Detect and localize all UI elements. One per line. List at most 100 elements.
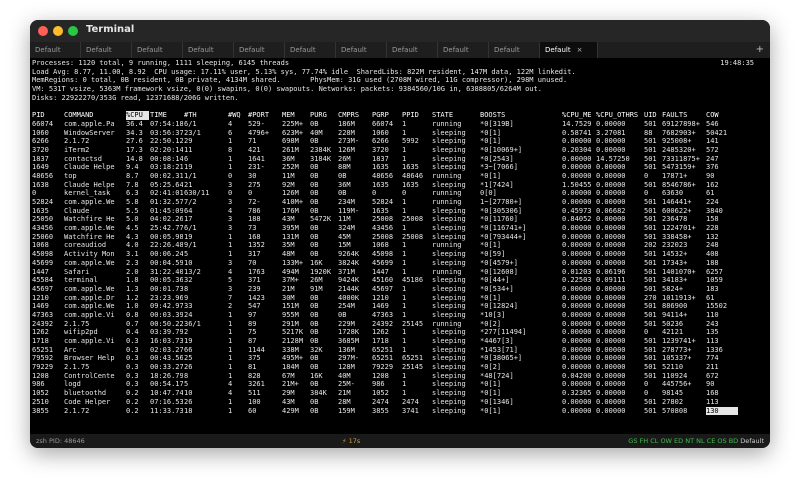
cell-cpu: 1.3 [126,284,139,293]
cell-uid: 501 [644,154,657,163]
cell-faults: 42121 [662,328,684,337]
cell-threads: 33 [184,302,193,311]
cell-time: 31:22.40 [150,267,183,276]
cell-uid: 501 [644,198,657,206]
cell-mem: 495M+ [282,354,304,363]
cell-mem: 67M [282,371,295,380]
cell-threads: 13/2 [184,267,201,276]
tab-default[interactable]: Default [336,42,387,58]
cell-cpu: 4.0 [126,241,139,250]
cell-cpu: 0.3 [126,380,139,389]
table-row: 25060 Watchfire He 4.3 00:05.98 19 1 168 131M 0B… [32,233,768,242]
cell-state: running [432,241,462,250]
cell-cpu-me: 0.00000 [562,198,592,206]
cell-pid: 25060 [32,232,54,241]
cell-ppid: 1 [402,206,407,215]
cell-purg: 5472K [310,215,332,224]
cell-command: 2.1.75 [64,319,90,328]
column-header-ports: #PORT [248,111,270,120]
cell-uid: 501 [644,145,657,154]
cell-command: com.apple.We [64,198,115,206]
cell-cpu-me: 0.00000 [562,337,592,345]
close-tab-icon[interactable]: × [577,46,583,54]
tab-default[interactable]: Default [489,42,540,58]
cell-cpu-others: 0.00000 [596,302,626,311]
cell-ports: 317 [248,250,261,259]
cell-purg: 26M [310,276,323,285]
cell-uid: 501 [644,397,657,406]
cell-mem: 151M [282,302,299,311]
tab-default[interactable]: Default [234,42,285,58]
cell-cow: 188 [706,258,719,267]
cell-pgrp: 2474 [372,397,389,406]
cell-wq: 1 [228,345,233,354]
table-row: 79592 Browser Help 0.3 00:43.56 25 1 375 495M+ 0… [32,354,768,363]
cell-cpu-me: 0.00000 [562,232,592,241]
table-row: 2510 Code Helper 0.2 07:16.53 26 1 100 43M 0B 28M… [32,398,768,407]
cell-cmprs: 119M- [338,206,360,215]
cell-faults: 1011913+ [662,293,696,302]
minimize-window-button[interactable] [53,26,63,36]
cell-cow: 211 [706,363,719,372]
cell-mem: 37M+ [282,276,299,285]
cell-state: sleeping [432,250,466,259]
cell-pid: 1447 [32,267,49,276]
close-window-button[interactable] [38,26,48,36]
cell-purg: 0B [310,119,319,128]
terminal-output[interactable]: Processes: 1120 total, 9 running, 1111 s… [32,59,768,430]
cell-time: 00:05.98 [150,232,183,241]
tab-default[interactable]: Default [183,42,234,58]
new-tab-button[interactable]: + [756,42,764,58]
cell-pgrp: 79229 [372,363,394,372]
cell-cpu-me: 0.00000 [562,163,592,172]
cell-cpu-others: 0.00000 [596,180,626,189]
cell-cow: 168 [706,389,719,398]
cell-ports: 547 [248,302,261,311]
tab-default[interactable]: Default [387,42,438,58]
table-row: 45697 com.apple.We 1.3 00:01.73 8 3 239 21M 91M 2… [32,285,768,294]
table-row: 45699 com.apple.We 2.3 00:04.59 10 3 70 133M+ 16… [32,259,768,268]
cell-pid: 52824 [32,198,54,206]
cell-wq: 1 [228,354,233,363]
tab-active[interactable]: Default × [540,42,598,58]
tab-default[interactable]: Default [81,42,132,58]
cell-cow: 408 [706,250,719,259]
cell-ppid: 1635 [402,163,419,172]
tab-default[interactable]: Default [132,42,183,58]
cell-mem: 623M+ [282,128,304,137]
cell-uid: 501 [644,267,657,276]
cell-pgrp: 45098 [372,250,394,259]
zoom-window-button[interactable] [68,26,78,36]
cell-uid: 501 [644,250,657,259]
cell-ppid: 1 [402,267,407,276]
cell-boosts: *0[38065+] [480,354,523,363]
cell-threads: 24 [184,310,193,319]
cell-ports: 3261 [248,380,265,389]
cell-ppid: 1 [402,389,407,398]
cell-pgrp: 25008 [372,232,394,241]
cell-cpu: 17.3 [126,145,143,154]
cell-cmprs: 0B [338,171,347,180]
column-header-cpu-me: %CPU_ME [562,111,592,120]
cell-faults: 50236 [662,319,684,328]
table-row: 1060 WindowServer 34.3 03:56:37 23/1 6 4796+ 62… [32,129,768,138]
cell-wq: 1 [228,319,233,328]
cell-cpu: 4.5 [126,224,139,233]
tab-default[interactable]: Default [285,42,336,58]
cell-cpu: 0.2 [126,406,139,415]
cell-ports: 786 [248,206,261,215]
column-header-state: STATE [432,111,454,120]
tab-default[interactable]: Default [30,42,81,58]
cell-cpu-others: 0.00000 [596,189,626,198]
cell-wq: 0 [228,189,233,198]
table-row: 48656 top 8.7 00:02.31 1/1 0 30 11M 0B 0B 48656 486… [32,172,768,181]
cell-wq: 1 [228,397,233,406]
cell-pid: 0 [32,189,37,198]
cell-faults: 94114+ [662,310,688,319]
cell-cow: 376 [706,163,719,172]
window-title: Terminal [86,24,135,35]
cell-cmprs: 371M [338,267,355,276]
cell-command: kernel_task [64,189,111,198]
cell-cpu-me: 0.00000 [562,397,592,406]
tab-default[interactable]: Default [438,42,489,58]
